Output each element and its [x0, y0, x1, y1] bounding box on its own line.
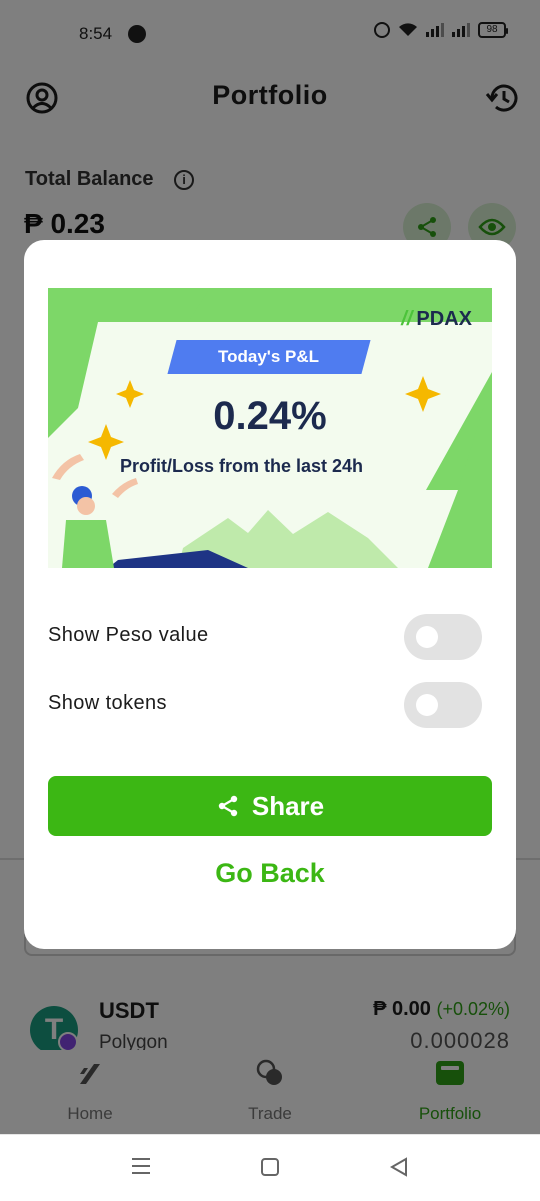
portfolio-screen: 8:54 98 Portfolio Total Balance i ₱ 0.23	[0, 0, 540, 1201]
share-button-label: Share	[251, 790, 325, 821]
share-pnl-modal: // PDAX Today's P&L 0.24% Profit/Loss fr…	[24, 240, 516, 949]
back-system-button[interactable]	[389, 1157, 409, 1182]
pnl-banner: // PDAX Today's P&L 0.24% Profit/Loss fr…	[48, 288, 492, 568]
pnl-tag-label: Today's P&L	[218, 347, 320, 366]
show-peso-label: Show Peso value	[48, 624, 209, 646]
recents-button[interactable]	[131, 1157, 151, 1180]
square-icon	[261, 1158, 279, 1176]
show-peso-row: Show Peso value	[48, 612, 492, 662]
toggle-knob	[416, 694, 438, 716]
toggle-knob	[416, 626, 438, 648]
show-peso-toggle[interactable]	[404, 614, 482, 660]
share-button[interactable]: Share	[48, 776, 492, 836]
menu-icon	[132, 1158, 150, 1174]
pdax-mark-icon: //	[401, 308, 413, 330]
pnl-caption: Profit/Loss from the last 24h	[120, 456, 364, 476]
home-system-button[interactable]	[260, 1157, 280, 1182]
pdax-brand-text: PDAX	[416, 308, 472, 330]
pnl-tag: Today's P&L	[167, 340, 371, 374]
pnl-value: 0.24%	[213, 394, 327, 438]
pdax-logo: // PDAX	[401, 308, 472, 331]
system-nav-bar	[0, 1134, 540, 1201]
go-back-button[interactable]: Go Back	[48, 858, 492, 889]
share-icon	[218, 795, 238, 817]
show-tokens-toggle[interactable]	[404, 682, 482, 728]
back-triangle-icon	[389, 1157, 407, 1177]
show-tokens-row: Show tokens	[48, 680, 492, 730]
show-tokens-label: Show tokens	[48, 692, 167, 714]
